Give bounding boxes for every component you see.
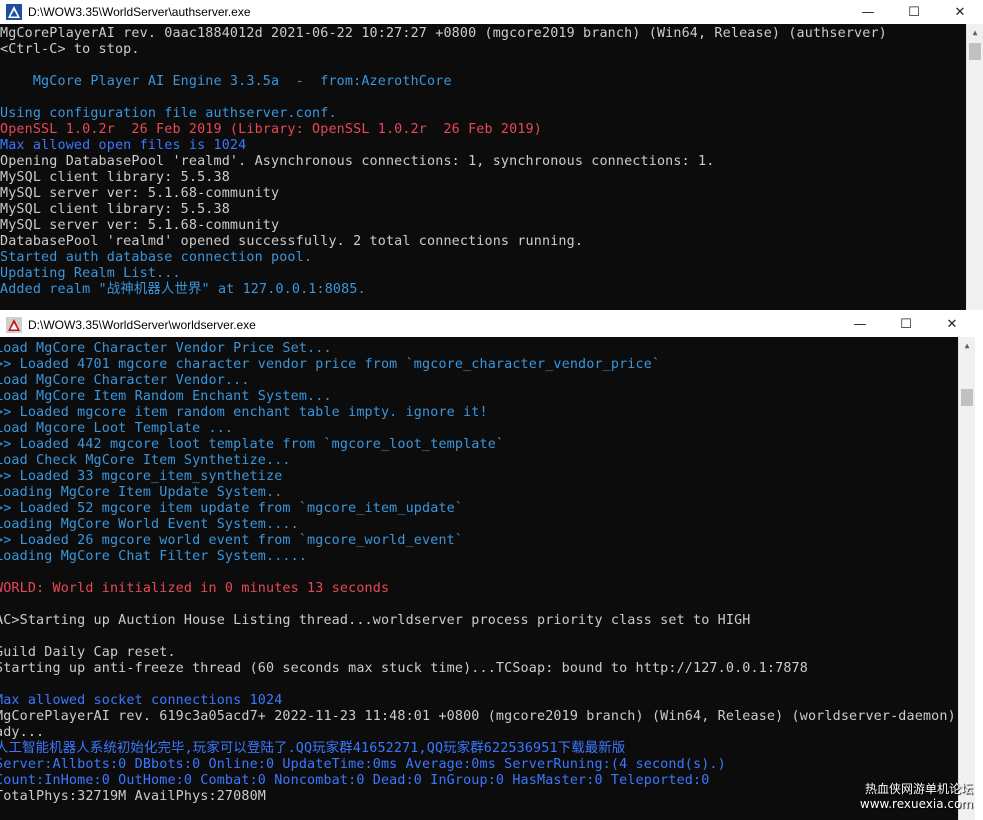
worldserver-title: D:\WOW3.35\WorldServer\worldserver.exe [28, 317, 256, 332]
console-line: >> Loaded 52 mgcore item update from `mg… [0, 501, 464, 516]
worldserver-scroll-up-icon[interactable]: ▲ [959, 337, 975, 354]
authserver-minimize-icon[interactable]: — [845, 0, 891, 24]
worldserver-scroll-thumb[interactable] [961, 389, 973, 406]
console-line: Starting up anti-freeze thread (60 secon… [0, 661, 808, 676]
authserver-scroll-up-icon[interactable]: ▲ [967, 24, 983, 41]
console-line: Guild Daily Cap reset. [0, 645, 176, 660]
authserver-scrollbar[interactable]: ▲ [966, 24, 983, 310]
authserver-app-icon [6, 4, 22, 20]
watermark-line2: www.rexuexia.com [859, 797, 973, 811]
console-line: Using configuration file authserver.conf… [0, 106, 337, 121]
console-line: >> Loaded 26 mgcore world event from `mg… [0, 533, 464, 548]
console-line: Loading MgCore World Event System.... [0, 517, 299, 532]
authserver-console-output[interactable]: MgCorePlayerAI rev. 0aac1884012d 2021-06… [0, 26, 966, 310]
authserver-close-icon[interactable]: ✕ [937, 0, 983, 24]
console-line: MySQL client library: 5.5.38 [0, 170, 230, 185]
console-line: Opening DatabasePool 'realmd'. Asynchron… [0, 154, 715, 169]
authserver-title: D:\WOW3.35\WorldServer\authserver.exe [28, 5, 251, 19]
console-line: Count:InHome:0 OutHome:0 Combat:0 Noncom… [0, 773, 710, 788]
console-line: 人工智能机器人系统初始化完毕,玩家可以登陆了.QQ玩家群41652271,QQ玩… [0, 741, 626, 756]
console-line: ady... [0, 725, 45, 740]
console-line: OpenSSL 1.0.2r 26 Feb 2019 (Library: Ope… [0, 122, 542, 137]
console-line: MySQL server ver: 5.1.68-community [0, 218, 280, 233]
console-line: Load Mgcore Loot Template ... [0, 421, 234, 436]
console-line: >> Loaded 4701 mgcore character vendor p… [0, 357, 661, 372]
worldserver-scrollbar[interactable]: ▲ [958, 337, 975, 820]
worldserver-window: D:\WOW3.35\WorldServer\worldserver.exe —… [0, 312, 975, 820]
worldserver-app-icon [6, 316, 22, 333]
console-line: >> Loaded 33 mgcore_item_synthetize [0, 469, 283, 484]
console-line: >> Loaded mgcore item random enchant tab… [0, 405, 488, 420]
console-line: Updating Realm List... [0, 266, 181, 281]
console-line: Max allowed open files is 1024 [0, 138, 247, 153]
console-line: MySQL client library: 5.5.38 [0, 202, 230, 217]
console-line: Loading MgCore Item Update System.. [0, 485, 283, 500]
console-line: WORLD: World initialized in 0 minutes 13… [0, 581, 390, 596]
authserver-titlebar[interactable]: D:\WOW3.35\WorldServer\authserver.exe [0, 0, 983, 24]
console-line: Server:Allbots:0 DBbots:0 Online:0 Updat… [0, 757, 726, 772]
console-line: MgCorePlayerAI rev. 619c3a05acd7+ 2022-1… [0, 709, 958, 724]
worldserver-close-icon[interactable]: ✕ [929, 312, 975, 336]
console-line: Load MgCore Character Vendor... [0, 373, 250, 388]
authserver-window: D:\WOW3.35\WorldServer\authserver.exe — … [0, 0, 983, 310]
console-line: <Ctrl-C> to stop. [0, 42, 140, 57]
authserver-scroll-thumb[interactable] [969, 43, 981, 60]
console-line: MySQL server ver: 5.1.68-community [0, 186, 280, 201]
console-line: >> Loaded 442 mgcore loot template from … [0, 437, 505, 452]
console-line: Load Check MgCore Item Synthetize... [0, 453, 291, 468]
console-line: Load MgCore Character Vendor Price Set..… [0, 341, 332, 356]
worldserver-maximize-icon[interactable]: ☐ [883, 312, 929, 336]
console-line: Max allowed socket connections 1024 [0, 693, 283, 708]
console-line: Load MgCore Item Random Enchant System..… [0, 389, 332, 404]
console-line: DatabasePool 'realmd' opened successfull… [0, 234, 584, 249]
console-line: Loading MgCore Chat Filter System..... [0, 549, 308, 564]
console-line: MgCorePlayerAI rev. 0aac1884012d 2021-06… [0, 26, 887, 41]
watermark-line1: 热血侠网游单机论坛 [864, 782, 973, 796]
console-line: TotalPhys:32719M AvailPhys:27080M [0, 789, 266, 804]
site-watermark: 热血侠网游单机论坛 www.rexuexia.com [860, 782, 973, 812]
console-line: MgCore Player AI Engine 3.3.5a - from:Az… [0, 74, 452, 89]
console-line: AC>Starting up Auction House Listing thr… [0, 613, 751, 628]
worldserver-console-output[interactable]: Load MgCore Character Vendor Price Set..… [0, 341, 958, 820]
worldserver-titlebar[interactable]: D:\WOW3.35\WorldServer\worldserver.exe [0, 312, 975, 337]
console-line: Added realm "战神机器人世界" at 127.0.0.1:8085. [0, 282, 366, 297]
console-line: Started auth database connection pool. [0, 250, 313, 265]
authserver-maximize-icon[interactable]: ☐ [891, 0, 937, 24]
worldserver-minimize-icon[interactable]: — [837, 312, 883, 336]
